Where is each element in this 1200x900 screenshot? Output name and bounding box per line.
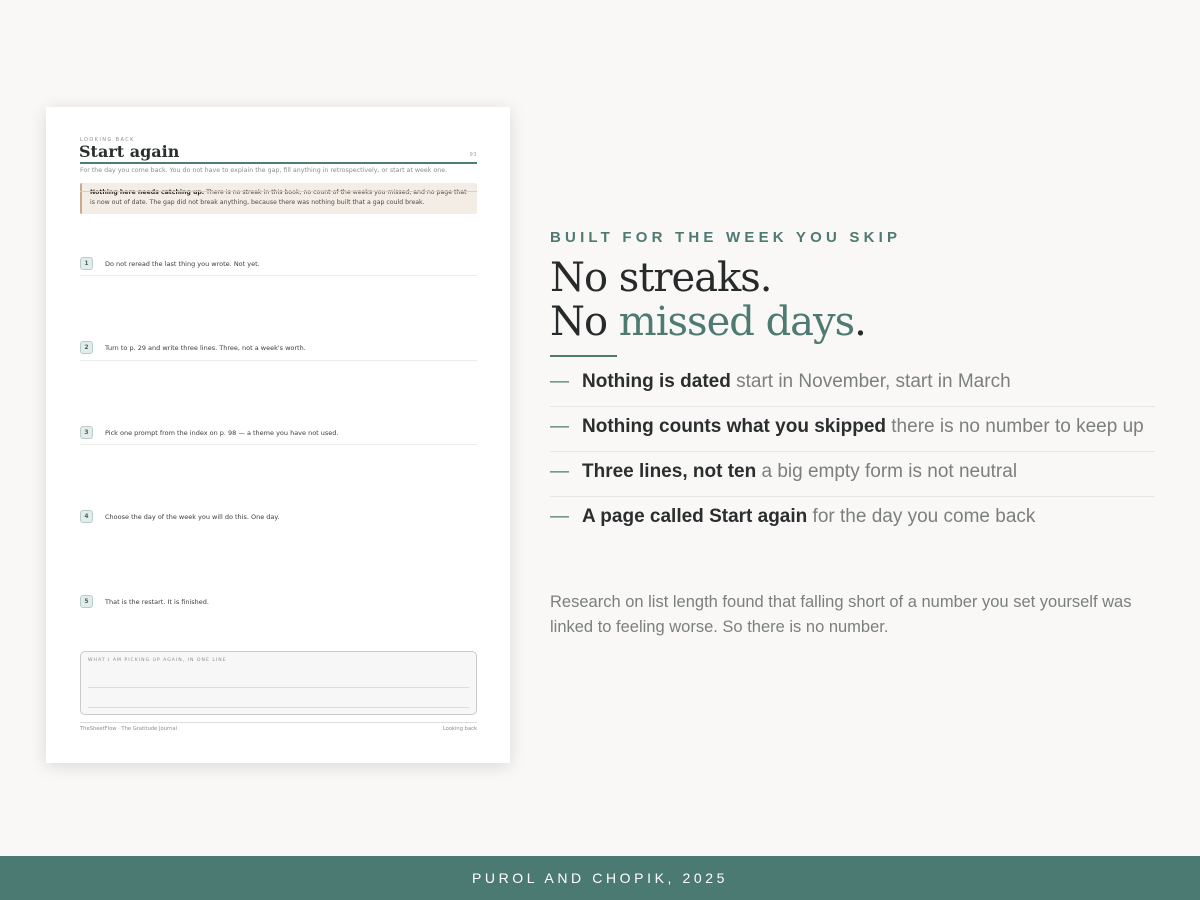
step-row: 2 Turn to p. 29 and write three lines. T…	[80, 191, 477, 354]
feature-detail: a big empty form is not neutral	[756, 461, 1018, 482]
feature-item: — Nothing is dated start in November, st…	[550, 366, 1155, 407]
step-row: 3 Pick one prompt from the index on p. 9…	[80, 276, 477, 439]
feature-detail: for the day you come back	[807, 506, 1036, 527]
headline-line-1: No streaks.	[550, 255, 773, 301]
research-note: Research on list length found that falli…	[550, 593, 1132, 636]
step-row: 5 That is the restart. It is finished.	[80, 445, 477, 608]
dash-marker: —	[550, 371, 569, 392]
dash-marker: —	[550, 506, 569, 527]
feature-body: A page called Start again for the day yo…	[582, 505, 1155, 529]
feature-title: Nothing counts what you skipped	[582, 416, 886, 437]
page-footer-section: Looking back	[442, 726, 477, 732]
writing-box-label: WHAT I AM PICKING UP AGAIN, IN ONE LINE	[88, 658, 227, 663]
feature-title: Three lines, not ten	[582, 461, 757, 482]
feature-item: — A page called Start again for the day …	[550, 501, 1155, 541]
section-eyebrow: BUILT FOR THE WEEK YOU SKIP	[550, 229, 902, 246]
writing-box: WHAT I AM PICKING UP AGAIN, IN ONE LINE	[80, 651, 477, 715]
footer-divider	[80, 722, 477, 723]
feature-item: — Nothing counts what you skipped there …	[550, 411, 1155, 452]
feature-body: Nothing is dated start in November, star…	[582, 370, 1155, 394]
headline-line-2-end: .	[854, 299, 867, 345]
headline-underline	[550, 355, 617, 357]
feature-detail: there is no number to keep up	[886, 416, 1144, 437]
feature-body: Nothing counts what you skipped there is…	[582, 415, 1155, 439]
headline-line-2: No missed days.	[550, 299, 867, 345]
dash-marker: —	[550, 461, 569, 482]
writing-line	[88, 687, 469, 688]
step-text: That is the restart. It is finished.	[105, 598, 209, 606]
headline-accent: missed days	[618, 299, 855, 345]
feature-body: Three lines, not ten a big empty form is…	[582, 460, 1155, 484]
headline-line-2-start: No	[550, 299, 619, 345]
citation-footer: PUROL AND CHOPIK, 2025	[0, 856, 1200, 900]
step-row: 1 Do not reread the last thing you wrote…	[80, 107, 477, 270]
page-footer-brand: TheSheetFlow · The Gratitude Journal	[80, 726, 177, 732]
feature-list: — Nothing is dated start in November, st…	[550, 366, 1155, 545]
step-number-badge: 5	[80, 595, 93, 608]
feature-title: Nothing is dated	[582, 371, 731, 392]
feature-item: — Three lines, not ten a big empty form …	[550, 456, 1155, 497]
headline: No streaks. No missed days.	[550, 255, 867, 345]
feature-title: A page called Start again	[582, 506, 808, 527]
writing-line	[88, 707, 469, 708]
dash-marker: —	[550, 416, 569, 437]
journal-page-preview: LOOKING BACK Start again 93 For the day …	[46, 107, 510, 763]
feature-detail: start in November, start in March	[730, 371, 1011, 392]
step-row: 4 Choose the day of the week you will do…	[80, 360, 477, 523]
